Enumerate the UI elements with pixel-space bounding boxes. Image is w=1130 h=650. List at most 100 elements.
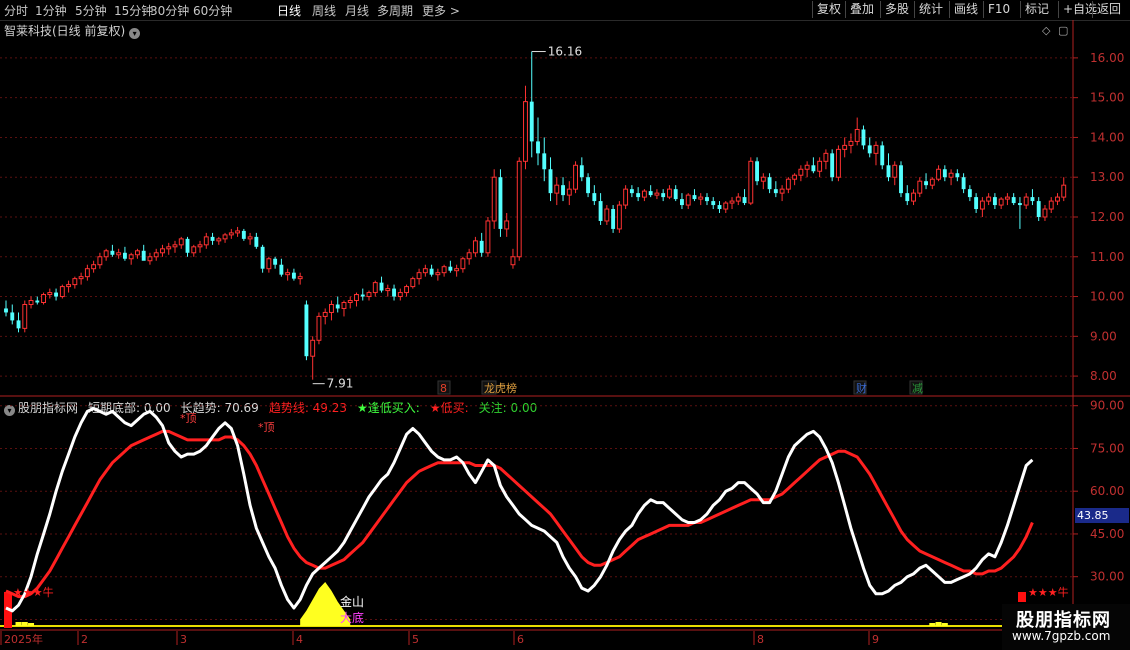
candle xyxy=(911,189,916,206)
bottom-label: 大底 xyxy=(340,610,364,625)
toolbar-button-6[interactable]: 标记 xyxy=(1020,1,1053,18)
candle xyxy=(586,173,591,198)
candle xyxy=(4,300,8,317)
candle xyxy=(979,197,985,217)
candle xyxy=(755,157,759,186)
candle xyxy=(329,300,334,321)
candle xyxy=(347,296,353,309)
candle xyxy=(1011,193,1016,206)
candle xyxy=(867,137,872,158)
time-label: 2 xyxy=(81,633,88,646)
toolbar-button-4[interactable]: 画线 xyxy=(949,1,982,18)
candle xyxy=(823,149,829,170)
candle xyxy=(785,177,791,194)
candle xyxy=(623,185,629,210)
chevron-down-icon[interactable]: ▾ xyxy=(4,405,15,416)
candle xyxy=(723,201,729,214)
price-tick: 14.00 xyxy=(1090,130,1124,144)
candle xyxy=(273,256,278,269)
candle xyxy=(153,248,159,261)
candle xyxy=(779,185,785,202)
candle xyxy=(472,236,478,257)
candle xyxy=(1023,193,1029,210)
candle xyxy=(504,213,510,237)
chevron-down-icon[interactable]: ▾ xyxy=(129,28,141,39)
candle xyxy=(548,157,553,202)
candle xyxy=(742,189,747,206)
candle xyxy=(316,312,322,345)
candle xyxy=(905,185,910,206)
toolbar-button-2[interactable]: 多股 xyxy=(880,1,913,18)
indicator-field-5: 关注: 0.00 xyxy=(478,401,538,415)
event-marker: 龙虎榜 xyxy=(484,381,517,395)
indicator-name[interactable]: 股朋指标网 xyxy=(18,401,78,415)
candle xyxy=(479,232,484,257)
candle xyxy=(698,193,704,206)
price-tick: 8.00 xyxy=(1090,369,1117,383)
candle xyxy=(310,336,316,380)
indicator-title: ▾ 股朋指标网 短期底部: 0.00 长趋势: 70.69 趋势线: 49.23 ★逢低买… xyxy=(4,399,545,416)
price-tick: 15.00 xyxy=(1090,91,1124,105)
period-1[interactable]: 1分钟 xyxy=(35,2,67,19)
candle xyxy=(604,205,610,225)
candle xyxy=(397,288,403,301)
candle xyxy=(854,117,860,146)
candle xyxy=(16,312,21,333)
candle xyxy=(191,244,197,257)
time-label: 2025年 xyxy=(4,632,43,646)
candle xyxy=(1042,205,1048,221)
candle xyxy=(435,268,441,281)
candle xyxy=(1030,189,1035,206)
period-3[interactable]: 15分钟 xyxy=(114,2,153,19)
signal-bar xyxy=(4,592,12,628)
candle xyxy=(792,173,798,186)
candle xyxy=(429,264,434,277)
toolbar-button-1[interactable]: 叠加 xyxy=(845,1,878,18)
toolbar-button-8[interactable]: 返回 xyxy=(1092,1,1125,18)
price-axis: 16.00 15.00 14.00 13.00 12.00 11.00 10.00 9.00 8… xyxy=(1073,51,1124,383)
candle xyxy=(354,292,359,307)
price-chart[interactable]: 16.16 7.91 8 龙虎榜 财 减 ◇ ▢ 16.00 15.00 14.00 13.00 12… xyxy=(0,0,1130,650)
period-4[interactable]: 30分钟 xyxy=(150,2,189,19)
candle xyxy=(441,264,447,277)
candle xyxy=(961,173,966,194)
indicator-tick: 45.00 xyxy=(1090,527,1124,541)
toolbar-button-3[interactable]: 统计 xyxy=(914,1,947,18)
candle xyxy=(929,177,935,190)
candle xyxy=(899,161,903,198)
candle xyxy=(974,193,979,214)
candle xyxy=(197,240,203,253)
stock-title-text: 智莱科技(日线 前复权) xyxy=(4,24,126,38)
period-10[interactable]: 更多 > xyxy=(422,2,460,19)
candle xyxy=(122,246,127,261)
candle xyxy=(1048,197,1054,214)
candle xyxy=(254,232,259,249)
time-label: 8 xyxy=(757,633,764,646)
candle xyxy=(360,288,365,301)
time-label: 9 xyxy=(872,633,879,646)
time-axis: 2025年 2 3 4 5 6 8 9 xyxy=(0,631,879,646)
toolbar-button-0[interactable]: 复权 xyxy=(812,1,845,18)
period-8[interactable]: 月线 xyxy=(345,2,369,19)
candle xyxy=(748,157,754,206)
period-9[interactable]: 多周期 xyxy=(377,2,413,19)
period-7[interactable]: 周线 xyxy=(312,2,336,19)
candle xyxy=(41,292,46,305)
candle xyxy=(172,240,178,253)
toolbar-button-5[interactable]: F10 xyxy=(983,1,1014,18)
candle xyxy=(97,252,103,269)
period-0[interactable]: 分时 xyxy=(4,2,28,19)
stars-left: ★★★牛 xyxy=(13,585,54,599)
period-5[interactable]: 60分钟 xyxy=(193,2,232,19)
stock-title[interactable]: 智莱科技(日线 前复权) ▾ xyxy=(4,22,141,39)
candle xyxy=(873,141,879,166)
candle xyxy=(222,232,228,243)
period-2[interactable]: 5分钟 xyxy=(75,2,107,19)
event-marker: 财 xyxy=(856,381,867,395)
candle xyxy=(466,248,472,265)
period-6[interactable]: 日线 xyxy=(277,2,301,19)
candle xyxy=(47,288,53,299)
candle xyxy=(454,264,460,277)
candle xyxy=(203,232,209,249)
candle xyxy=(235,226,241,237)
